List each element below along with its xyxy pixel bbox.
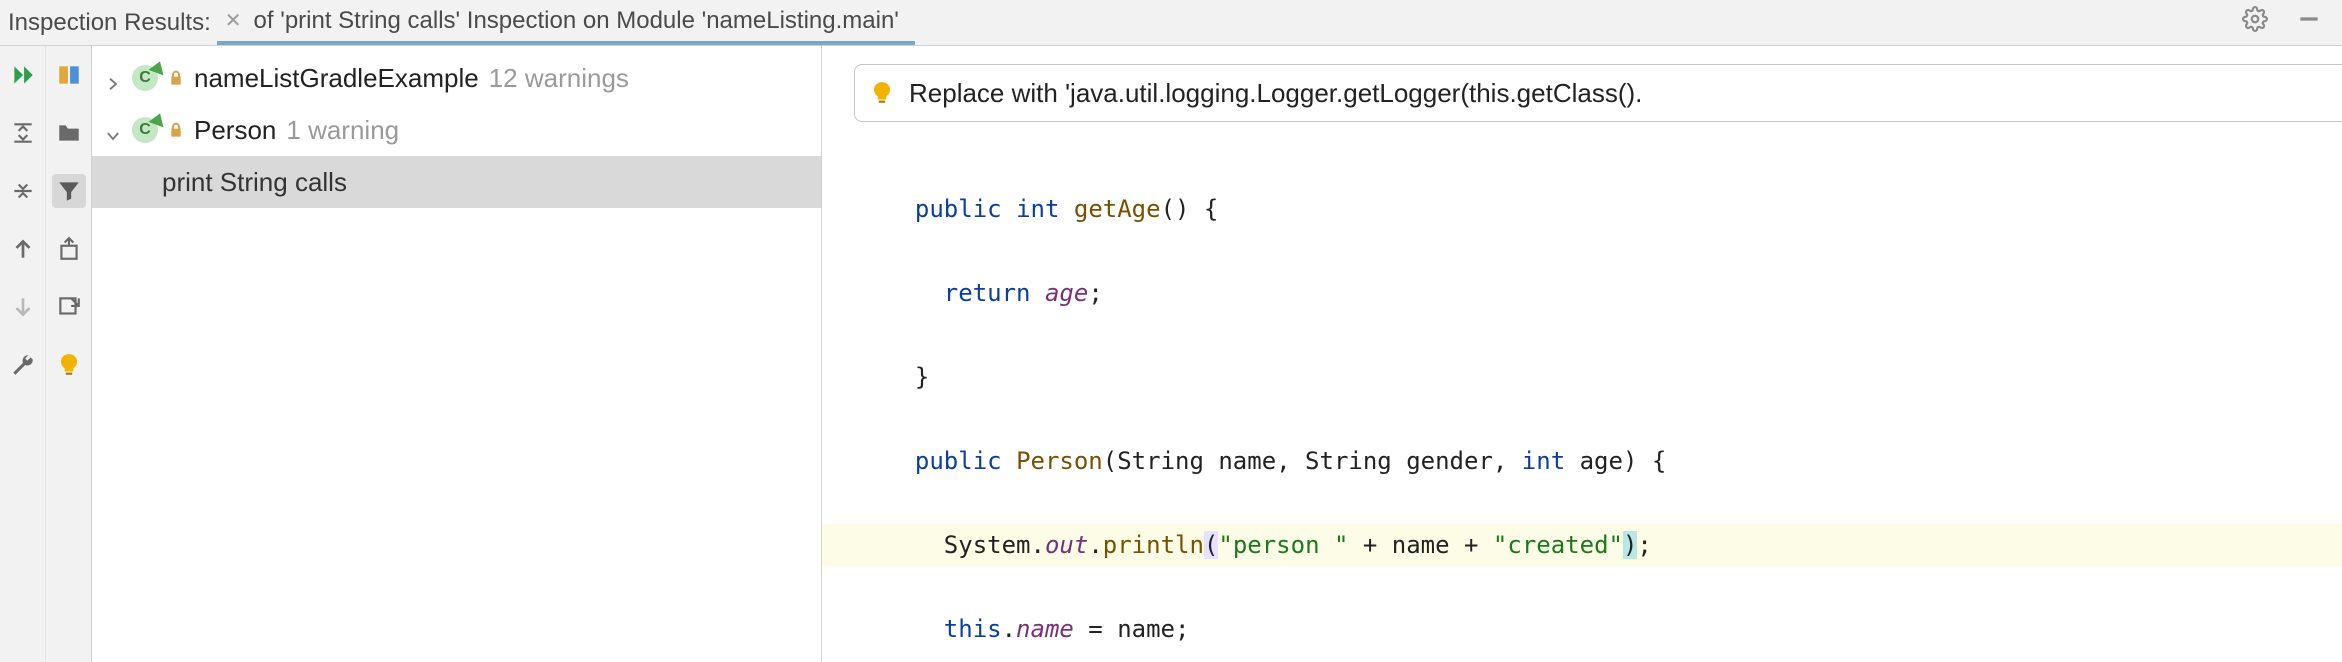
tree-node-name: Person — [194, 115, 276, 146]
filter-icon[interactable] — [52, 174, 86, 208]
lock-icon — [168, 63, 184, 94]
rerun-button[interactable] — [6, 58, 40, 92]
diff-icon[interactable] — [52, 58, 86, 92]
code-token: getAge — [1074, 195, 1161, 223]
code-token: int — [1522, 447, 1565, 475]
code-token: ( — [1204, 531, 1218, 559]
code-preview[interactable]: public int getAge() { return age; } publ… — [822, 122, 2342, 662]
code-token: = name; — [1074, 615, 1190, 643]
code-token: ) — [1623, 531, 1637, 559]
inspection-tab[interactable]: ✕ of 'print String calls' Inspection on … — [217, 0, 915, 45]
class-icon: C — [132, 117, 158, 143]
collapse-all-button[interactable] — [6, 174, 40, 208]
tree-leaf-selected[interactable]: print String calls — [92, 156, 821, 208]
inspection-tab-label: of 'print String calls' Inspection on Mo… — [254, 7, 899, 35]
code-token: out — [1045, 531, 1088, 559]
prev-occurrence-button[interactable] — [6, 232, 40, 266]
code-token: public — [915, 447, 1002, 475]
tree-node[interactable]: C nameListGradleExample 12 warnings — [92, 52, 821, 104]
tree-node-count: 1 warning — [286, 115, 399, 146]
code-token: "person " — [1218, 531, 1348, 559]
code-token: ; — [1637, 531, 1651, 559]
code-token: (String name, String gender, — [1103, 447, 1522, 475]
toolbar-column-right — [46, 46, 92, 662]
expand-all-button[interactable] — [6, 116, 40, 150]
export-icon[interactable] — [52, 290, 86, 324]
lock-icon — [168, 115, 184, 146]
code-token: Person — [1016, 447, 1103, 475]
close-icon[interactable]: ✕ — [225, 8, 242, 33]
code-token: age — [1045, 279, 1088, 307]
code-token: + name + — [1348, 531, 1493, 559]
code-token: System. — [944, 531, 1045, 559]
code-token: int — [1016, 195, 1059, 223]
tree-leaf-label: print String calls — [162, 167, 347, 198]
code-token: this — [944, 615, 1002, 643]
wrench-icon[interactable] — [6, 348, 40, 382]
code-token: public — [915, 195, 1002, 223]
code-token: name — [1016, 615, 1074, 643]
inspection-title-prefix: Inspection Results: — [8, 9, 211, 37]
group-dir-icon[interactable] — [52, 116, 86, 150]
preview-panel: Replace with 'java.util.logging.Logger.g… — [822, 46, 2342, 662]
toolbar-column-left — [0, 46, 46, 662]
chevron-down-icon[interactable] — [104, 121, 122, 139]
results-tree: C nameListGradleExample 12 warnings C Pe… — [92, 46, 822, 662]
quickfix-text: Replace with 'java.util.logging.Logger.g… — [909, 78, 1642, 109]
gear-icon[interactable] — [2242, 6, 2268, 39]
tree-node-count: 12 warnings — [489, 63, 629, 94]
chevron-right-icon[interactable] — [104, 69, 122, 87]
intention-bulb-icon[interactable] — [52, 348, 86, 382]
code-token: age) { — [1565, 447, 1666, 475]
minimize-icon[interactable] — [2296, 6, 2322, 39]
quickfix-suggestion-bar[interactable]: Replace with 'java.util.logging.Logger.g… — [854, 64, 2342, 122]
bulb-icon — [869, 80, 895, 106]
inspection-header: Inspection Results: ✕ of 'print String c… — [0, 0, 2342, 46]
code-token: . — [1088, 531, 1102, 559]
highlighted-line: System.out.println("person " + name + "c… — [862, 524, 2342, 566]
code-token: () { — [1161, 195, 1219, 223]
next-occurrence-button[interactable] — [6, 290, 40, 324]
code-token: println — [1103, 531, 1204, 559]
code-token: ; — [1088, 279, 1102, 307]
code-token: "created" — [1493, 531, 1623, 559]
autoscroll-icon[interactable] — [52, 232, 86, 266]
tree-node[interactable]: C Person 1 warning — [92, 104, 821, 156]
tree-node-name: nameListGradleExample — [194, 63, 479, 94]
class-icon: C — [132, 65, 158, 91]
code-token: return — [944, 279, 1031, 307]
code-token: . — [1002, 615, 1016, 643]
code-token: } — [915, 363, 929, 391]
